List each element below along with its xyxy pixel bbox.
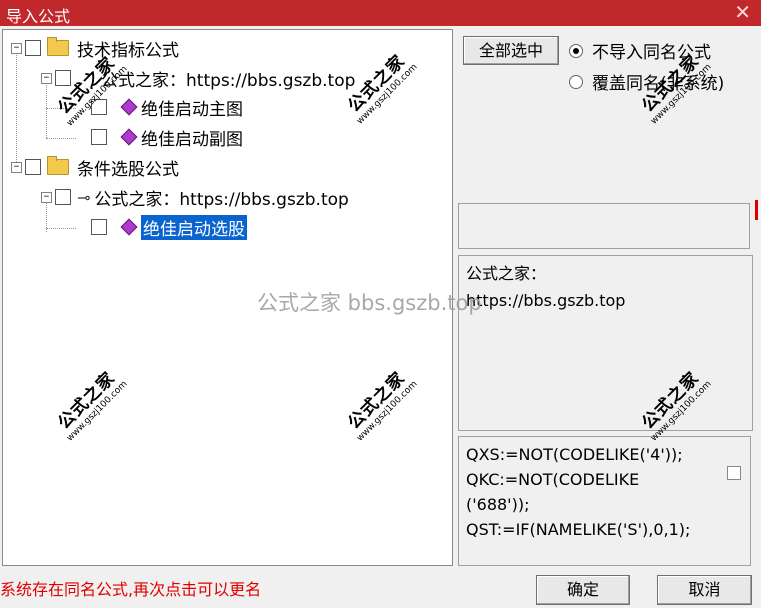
tree-node-label-selected: 绝佳启动选股: [141, 214, 247, 240]
tree-node-gszj-2[interactable]: − ⊸ 公式之家：https://bbs.gszb.top: [41, 186, 349, 210]
folder-icon: [47, 156, 69, 175]
select-all-button[interactable]: 全部选中: [463, 36, 559, 65]
checkbox[interactable]: [55, 189, 71, 205]
checkbox[interactable]: [25, 40, 41, 56]
radio-no-import-same[interactable]: 不导入同名公式: [569, 38, 711, 63]
tree-node-main-chart[interactable]: 绝佳启动主图: [91, 96, 243, 120]
tree-node-tech-indicators[interactable]: − 技术指标公式: [11, 37, 179, 61]
code-text: QXS:=NOT(CODELIKE('4')); QKC:=NOT(CODELI…: [466, 445, 691, 539]
tree-node-selection-formula[interactable]: 绝佳启动选股: [91, 214, 247, 240]
formula-gem-icon: [120, 98, 138, 116]
ok-button[interactable]: 确定: [536, 575, 630, 605]
title-bar: 导入公式 ✕: [0, 0, 761, 26]
checkbox[interactable]: [91, 99, 107, 115]
tree-node-stock-selection[interactable]: − 条件选股公式: [11, 156, 179, 180]
collapse-icon[interactable]: −: [41, 72, 52, 84]
checkbox[interactable]: [55, 70, 71, 86]
tree-node-label: 条件选股公式: [77, 159, 179, 180]
tree-node-sub-chart[interactable]: 绝佳启动副图: [91, 126, 243, 150]
tree-node-label: 绝佳启动副图: [141, 129, 243, 150]
tree-node-label: 公式之家：https://bbs.gszb.top: [94, 189, 349, 210]
formula-gem-icon: [120, 218, 138, 236]
collapse-icon[interactable]: −: [41, 191, 52, 203]
info-field: [458, 203, 750, 249]
formula-gem-icon: [120, 128, 138, 146]
close-icon[interactable]: ✕: [734, 0, 751, 24]
tree-node-label: 公式之家：https://bbs.gszb.top: [101, 70, 356, 91]
checkbox[interactable]: [91, 219, 107, 235]
radio-checked-icon[interactable]: [569, 43, 583, 58]
edge-marker: [755, 200, 758, 220]
tree-node-label: 技术指标公式: [77, 40, 179, 61]
collapse-icon[interactable]: −: [11, 42, 22, 54]
tree-node-label: 绝佳启动主图: [141, 99, 243, 120]
watermark-text: 公式之家 bbs.gszb.top: [257, 291, 482, 315]
radio-label: 覆盖同名(非系统): [592, 74, 725, 94]
key-icon: ⊸: [77, 187, 91, 207]
description-text: 公式之家： https://bbs.gszb.top: [466, 264, 626, 310]
cancel-button[interactable]: 取消: [657, 575, 752, 605]
folder-icon: [47, 37, 69, 56]
radio-unchecked-icon[interactable]: [569, 74, 583, 89]
code-checkbox[interactable]: [727, 466, 741, 480]
radio-label: 不导入同名公式: [592, 43, 711, 63]
collapse-icon[interactable]: −: [11, 161, 22, 173]
checkbox[interactable]: [91, 129, 107, 145]
tree-node-gszj-1[interactable]: − 公式之家：https://bbs.gszb.top: [41, 67, 356, 91]
window-title: 导入公式: [6, 7, 71, 26]
status-message: 系统存在同名公式,再次点击可以更名: [0, 580, 262, 599]
radio-overwrite-same[interactable]: 覆盖同名(非系统): [569, 69, 724, 94]
checkbox[interactable]: [25, 159, 41, 175]
